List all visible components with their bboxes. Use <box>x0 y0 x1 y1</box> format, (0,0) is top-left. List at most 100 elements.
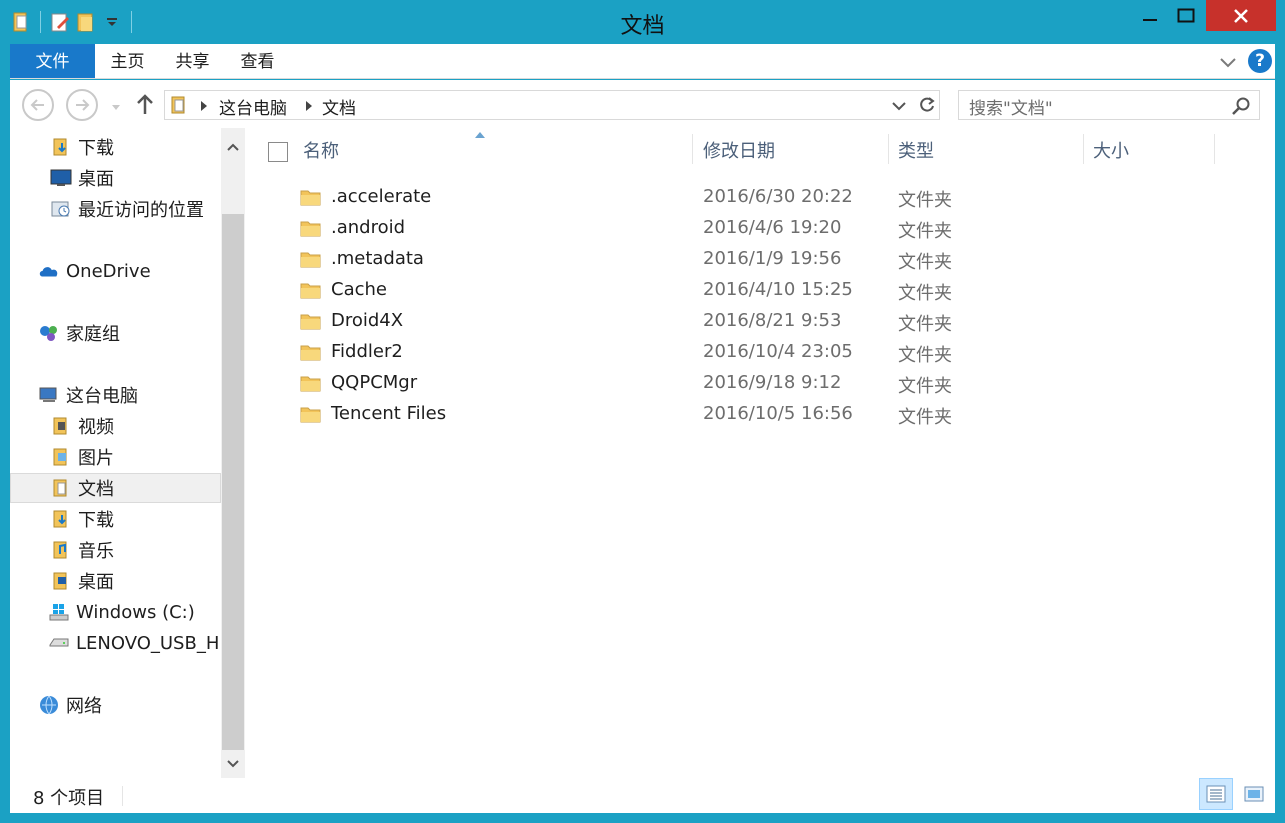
column-header-size[interactable]: 大小 <box>1093 134 1129 170</box>
windows-drive-icon <box>48 601 70 623</box>
nav-item-label: OneDrive <box>66 260 151 282</box>
help-icon[interactable]: ? <box>1248 49 1272 73</box>
scrollbar-thumb[interactable] <box>222 214 244 750</box>
documents-folder-icon <box>169 95 189 115</box>
large-icons-view-button[interactable] <box>1237 778 1271 810</box>
maximize-button[interactable] <box>1166 0 1206 31</box>
recent-places-icon <box>50 198 72 220</box>
column-divider[interactable] <box>1083 134 1084 164</box>
breadcrumb-this-pc[interactable]: 这台电脑 <box>219 94 287 119</box>
onedrive-cloud-icon <box>38 260 60 282</box>
expand-ribbon-chevron-icon[interactable] <box>1218 52 1238 72</box>
recent-locations-dropdown-icon[interactable] <box>110 98 122 110</box>
tab-share[interactable]: 共享 <box>165 44 220 78</box>
navigation-pane-scrollbar[interactable] <box>221 128 245 778</box>
table-row[interactable]: QQPCMgr 2016/9/18 9:12 文件夹 <box>246 368 1275 399</box>
nav-item-onedrive[interactable]: OneDrive <box>10 256 221 286</box>
nav-item-network[interactable]: 网络 <box>10 690 221 720</box>
status-bar: 8 个项目 <box>10 778 1275 813</box>
computer-icon <box>38 384 60 406</box>
details-view-button[interactable] <box>1199 778 1233 810</box>
file-name: QQPCMgr <box>331 372 418 393</box>
nav-item-videos[interactable]: 视频 <box>10 411 221 441</box>
nav-item-windows-c[interactable]: Windows (C:) <box>10 597 221 627</box>
breadcrumb-documents[interactable]: 文档 <box>322 94 356 119</box>
nav-item-label: 桌面 <box>78 572 114 593</box>
column-divider[interactable] <box>1214 134 1215 164</box>
column-header-type[interactable]: 类型 <box>898 134 934 170</box>
nav-item-label: 下载 <box>78 138 114 159</box>
table-row[interactable]: .android 2016/4/6 19:20 文件夹 <box>246 213 1275 244</box>
network-icon <box>38 694 60 716</box>
drive-icon <box>48 632 70 654</box>
nav-item-label: 这台电脑 <box>66 386 138 407</box>
videos-folder-icon <box>50 415 72 437</box>
scroll-up-arrow-icon[interactable] <box>221 128 245 166</box>
window-title: 文档 <box>620 14 665 39</box>
breadcrumb-separator-icon[interactable] <box>201 101 207 111</box>
table-row[interactable]: Cache 2016/4/10 15:25 文件夹 <box>246 275 1275 306</box>
file-name: .metadata <box>331 248 424 269</box>
folder-icon <box>300 342 322 362</box>
nav-item-desktop[interactable]: 桌面 <box>10 566 221 596</box>
documents-folder-icon <box>50 477 72 499</box>
table-row[interactable]: .metadata 2016/1/9 19:56 文件夹 <box>246 244 1275 275</box>
table-row[interactable]: Droid4X 2016/8/21 9:53 文件夹 <box>246 306 1275 337</box>
address-history-dropdown-icon[interactable] <box>891 98 907 112</box>
minimize-button[interactable] <box>1130 0 1170 31</box>
table-row[interactable]: Fiddler2 2016/10/4 23:05 文件夹 <box>246 337 1275 368</box>
file-name: .accelerate <box>331 186 432 207</box>
back-button[interactable] <box>22 89 54 121</box>
column-divider[interactable] <box>888 134 889 164</box>
pictures-folder-icon <box>50 446 72 468</box>
column-header-date[interactable]: 修改日期 <box>703 134 775 170</box>
nav-item-label: 下载 <box>78 510 114 531</box>
sort-ascending-icon <box>475 132 485 138</box>
nav-item-label: 最近访问的位置 <box>78 200 204 221</box>
close-icon <box>1234 8 1248 23</box>
nav-item-downloads[interactable]: 下载 <box>10 504 221 534</box>
search-input[interactable]: 搜索"文档" <box>958 90 1260 120</box>
nav-item-homegroup[interactable]: 家庭组 <box>10 318 221 348</box>
nav-item-desktop-quick[interactable]: 桌面 <box>10 163 221 193</box>
tab-home[interactable]: 主页 <box>100 44 155 78</box>
nav-item-label: 网络 <box>66 696 102 717</box>
downloads-folder-icon <box>50 508 72 530</box>
nav-item-label: 视频 <box>78 417 114 438</box>
column-header-name[interactable]: 名称 <box>303 134 339 170</box>
folder-icon <box>300 187 322 207</box>
scroll-down-arrow-icon[interactable] <box>221 750 245 778</box>
table-row[interactable]: Tencent Files 2016/10/5 16:56 文件夹 <box>246 399 1275 430</box>
tab-file[interactable]: 文件 <box>10 44 95 78</box>
nav-item-documents[interactable]: 文档 <box>10 473 221 503</box>
file-date: 2016/8/21 9:53 <box>703 310 842 331</box>
file-type: 文件夹 <box>898 376 952 397</box>
close-button[interactable] <box>1206 0 1276 31</box>
up-button[interactable] <box>134 92 156 116</box>
refresh-icon[interactable] <box>917 95 937 115</box>
file-date: 2016/1/9 19:56 <box>703 248 842 269</box>
file-date: 2016/4/6 19:20 <box>703 217 842 238</box>
file-name: Fiddler2 <box>331 341 403 362</box>
nav-item-music[interactable]: 音乐 <box>10 535 221 565</box>
file-name: Cache <box>331 279 387 300</box>
nav-item-downloads-quick[interactable]: 下载 <box>10 132 221 162</box>
nav-item-label: 家庭组 <box>66 324 120 345</box>
search-icon[interactable] <box>1231 96 1251 116</box>
nav-item-pictures[interactable]: 图片 <box>10 442 221 472</box>
music-folder-icon <box>50 539 72 561</box>
column-divider[interactable] <box>692 134 693 164</box>
breadcrumb-separator-icon[interactable] <box>306 101 312 111</box>
file-type: 文件夹 <box>898 190 952 211</box>
table-row[interactable]: .accelerate 2016/6/30 20:22 文件夹 <box>246 182 1275 213</box>
nav-item-label: Windows (C:) <box>76 601 195 623</box>
nav-item-recent-places[interactable]: 最近访问的位置 <box>10 194 221 224</box>
file-type: 文件夹 <box>898 252 952 273</box>
tab-view[interactable]: 查看 <box>230 44 285 78</box>
address-bar[interactable]: 这台电脑 文档 <box>164 90 940 120</box>
nav-item-lenovo-usb[interactable]: LENOVO_USB_H <box>10 628 221 658</box>
file-type: 文件夹 <box>898 314 952 335</box>
select-all-checkbox[interactable] <box>268 142 288 162</box>
nav-item-this-pc[interactable]: 这台电脑 <box>10 380 221 410</box>
forward-button[interactable] <box>66 89 98 121</box>
